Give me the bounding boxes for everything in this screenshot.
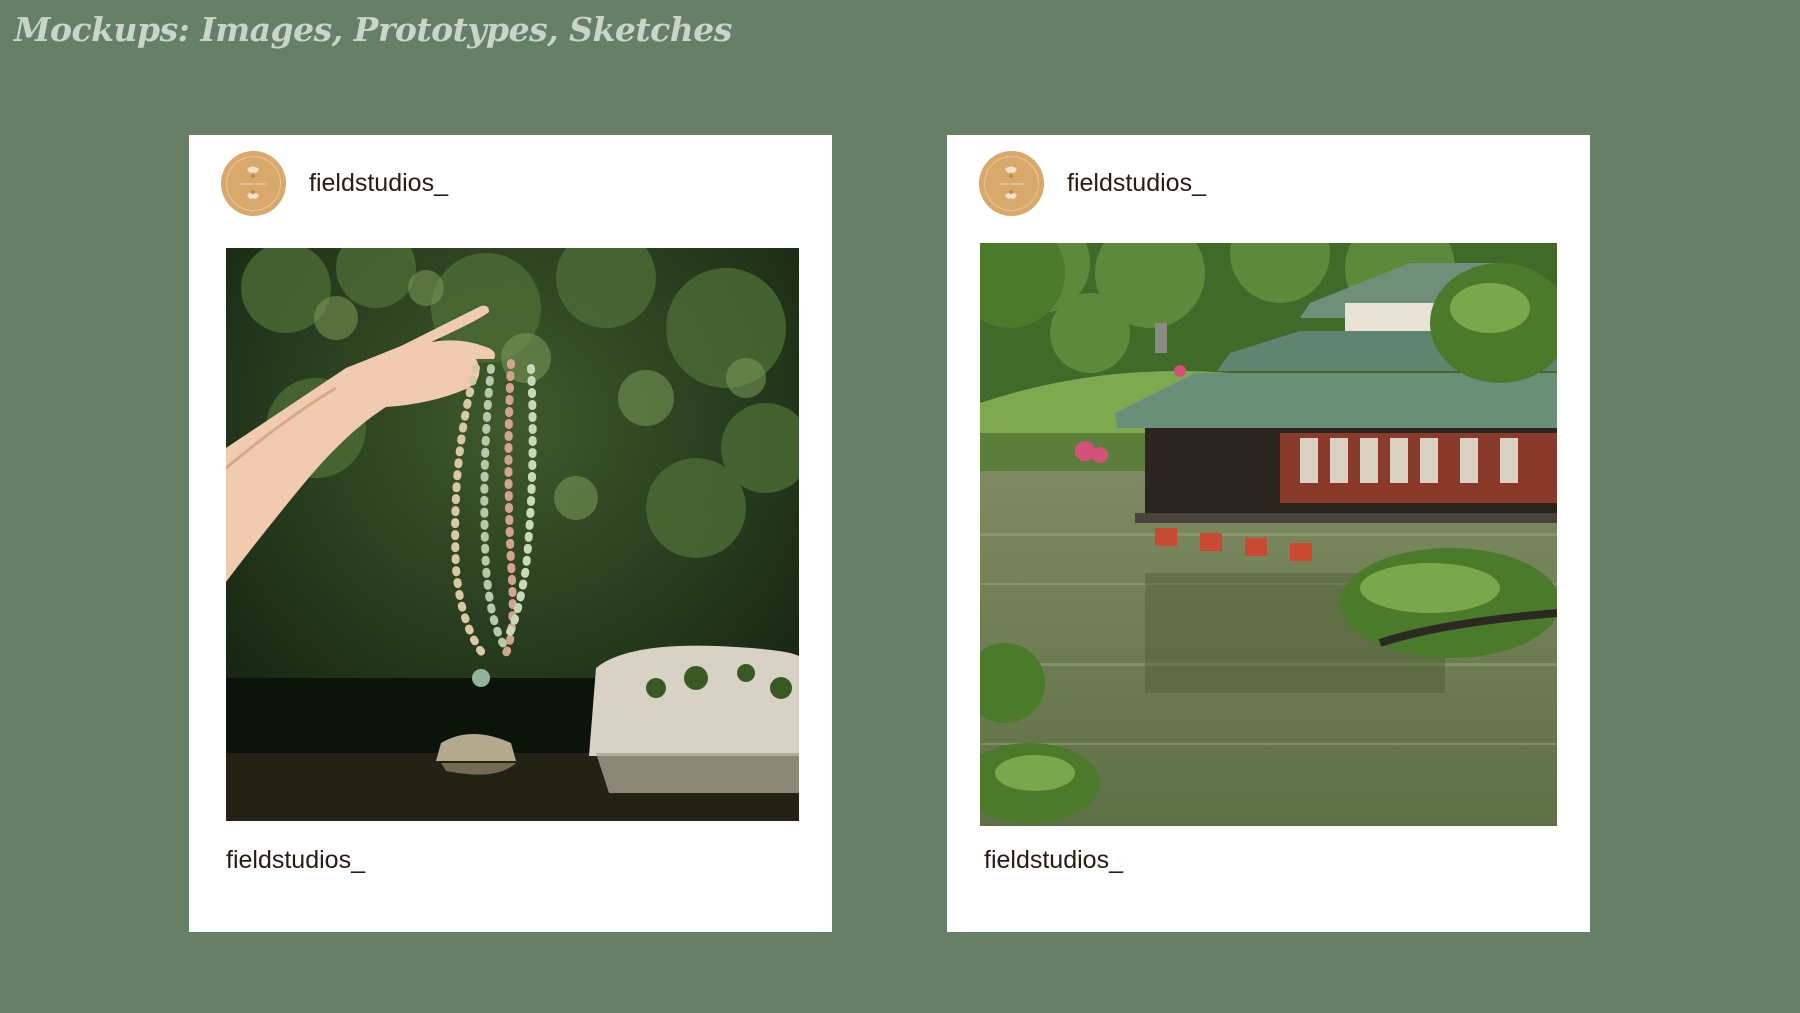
- post-image[interactable]: [980, 243, 1557, 826]
- post-caption-handle[interactable]: fieldstudios_: [226, 846, 365, 875]
- post-card-1: fieldstudios_ fieldstudios_: [189, 135, 832, 932]
- brand-logo-icon[interactable]: [979, 151, 1044, 216]
- post-author-handle[interactable]: fieldstudios_: [1067, 169, 1206, 198]
- post-card-2: fieldstudios_ fieldstudios_: [947, 135, 1590, 932]
- brand-logo-icon[interactable]: [221, 151, 286, 216]
- slide-title: Mockups: Images, Prototypes, Sketches: [14, 10, 732, 49]
- post-author-handle[interactable]: fieldstudios_: [309, 169, 448, 198]
- post-image[interactable]: [226, 248, 799, 821]
- post-caption-handle[interactable]: fieldstudios_: [984, 846, 1123, 875]
